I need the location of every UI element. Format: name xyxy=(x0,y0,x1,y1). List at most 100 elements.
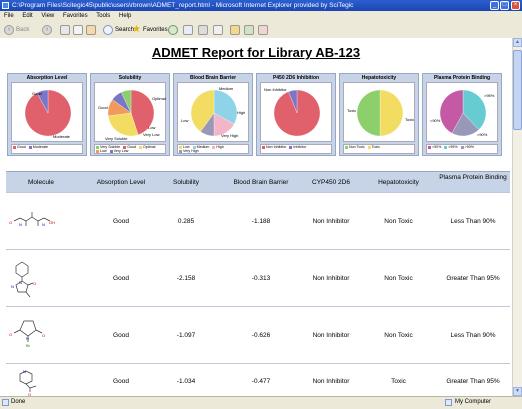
pie-label: Non Inhibitor xyxy=(264,87,287,92)
cell-absorption: Good xyxy=(113,218,129,225)
mail-button[interactable] xyxy=(183,24,193,35)
pie-label: Toxic xyxy=(405,117,415,122)
chart-legend: Low Medium High Very High xyxy=(177,144,249,154)
scroll-up-icon[interactable]: ▲ xyxy=(513,38,522,47)
pie-slice-non-toxic xyxy=(356,89,381,137)
legend-item: Optimal xyxy=(138,145,155,149)
chart-title: Hepatotoxicity xyxy=(361,75,397,81)
svg-text:O: O xyxy=(33,281,36,286)
back-arrow-icon: ‹ xyxy=(4,24,14,35)
cell-cyp450: Non Inhibitor xyxy=(312,275,350,282)
messenger-icon xyxy=(244,24,254,35)
legend-item: Good xyxy=(13,145,26,149)
pie-label: >95% xyxy=(484,93,495,98)
table-row: N O Good -1.034 -0.477 Non Inhibitor Tox… xyxy=(6,363,510,396)
svg-text:O: O xyxy=(42,333,45,338)
discuss-button[interactable] xyxy=(258,24,268,35)
page-done-icon xyxy=(2,399,9,406)
menu-view[interactable]: View xyxy=(41,13,54,19)
pie-area: Medium Low High Very High xyxy=(177,82,249,142)
chart-title: Solubility xyxy=(118,75,142,81)
menu-help[interactable]: Help xyxy=(119,13,131,19)
cell-ppb: Less Than 90% xyxy=(450,218,496,225)
pie-area: Good Optimal Low Very Low Very Soluble xyxy=(94,82,166,142)
molecule-structure: N N O xyxy=(11,261,36,298)
cell-absorption: Good xyxy=(113,332,129,339)
pie-area: Good Moderate xyxy=(11,82,83,142)
pie-label: Optimal xyxy=(152,96,166,101)
header-absorption: Absorption Level xyxy=(96,179,146,186)
zone-text: My Computer xyxy=(455,399,492,405)
pie-label: Good xyxy=(98,105,108,110)
minimize-button[interactable]: _ xyxy=(490,1,499,10)
messenger-button[interactable] xyxy=(244,24,254,35)
chart-title: Blood Brain Barrier xyxy=(189,75,237,81)
cell-solubility: 0.285 xyxy=(177,218,195,225)
scroll-thumb[interactable] xyxy=(513,50,522,130)
pie-hepatotoxicity xyxy=(356,89,404,137)
cell-solubility: -1.097 xyxy=(176,332,196,339)
menu-favorites[interactable]: Favorites xyxy=(63,13,88,19)
discuss-icon xyxy=(258,24,268,35)
maximize-button[interactable]: □ xyxy=(500,1,509,10)
back-button[interactable]: ‹ Back xyxy=(4,24,29,35)
svg-text:N: N xyxy=(19,280,22,285)
home-button[interactable] xyxy=(86,24,96,35)
pie-label: Moderate xyxy=(53,134,70,139)
chart-blood-brain-barrier: Blood Brain Barrier Medium Low High Very… xyxy=(173,73,253,156)
page-content: ADMET Report for Library AB-123 Absorpti… xyxy=(0,38,512,396)
svg-text:N: N xyxy=(11,284,14,289)
close-button[interactable]: × xyxy=(511,1,520,10)
header-hepatotoxicity: Hepatotoxicity xyxy=(378,179,419,186)
pie-area: Toxic Toxic xyxy=(343,82,415,142)
favorites-button[interactable]: ★ Favorites xyxy=(132,24,168,35)
header-ppb: Plasma Protein Binding xyxy=(439,174,507,181)
chart-legend: <90% >95% >90% xyxy=(426,144,498,154)
legend-item: Low xyxy=(96,149,107,153)
chart-legend: Good Moderate xyxy=(11,144,83,154)
print-button[interactable] xyxy=(198,24,208,35)
chart-legend: Non Inhibitor Inhibitor xyxy=(260,144,332,154)
refresh-icon xyxy=(73,24,83,35)
legend-item: Very Low xyxy=(109,149,128,153)
mail-icon xyxy=(183,24,193,35)
cell-solubility: -2.158 xyxy=(176,275,196,282)
legend-item: Non Toxic xyxy=(345,145,365,149)
pie-label: Good xyxy=(32,91,42,96)
menu-file[interactable]: File xyxy=(4,13,14,19)
star-icon: ★ xyxy=(132,23,141,35)
cell-bbb: -0.477 xyxy=(251,378,271,385)
chart-plasma-protein-binding: Plasma Protein Binding >95% <90% >90% <9… xyxy=(422,73,502,156)
header-bbb: Blood Brain Barrier xyxy=(233,179,289,186)
vertical-scrollbar[interactable]: ▲ ▼ xyxy=(512,38,522,396)
pie-label: Toxic xyxy=(347,108,357,113)
report-title: ADMET Report for Library AB-123 xyxy=(151,45,361,60)
status-bar: Done My Computer xyxy=(0,396,522,409)
svg-text:N: N xyxy=(42,222,45,227)
svg-text:N: N xyxy=(23,369,26,374)
menu-edit[interactable]: Edit xyxy=(22,13,32,19)
menu-tools[interactable]: Tools xyxy=(96,13,110,19)
table-row: O N N OH Good 0.285 -1.188 Non Inhibitor… xyxy=(6,192,510,250)
table-row: O N O Br Good -1.097 -0.626 Non Inhibito… xyxy=(6,306,510,364)
refresh-button[interactable] xyxy=(73,24,83,35)
header-molecule: Molecule xyxy=(27,179,54,186)
search-button[interactable]: Search xyxy=(103,24,134,35)
forward-button[interactable]: › xyxy=(42,24,52,35)
edit-button[interactable] xyxy=(213,24,223,35)
folder-button[interactable] xyxy=(230,24,240,35)
pie-absorption xyxy=(24,89,72,137)
pie-label: Medium xyxy=(219,86,234,91)
stop-button[interactable] xyxy=(60,24,70,35)
history-button[interactable] xyxy=(168,24,178,35)
legend-item: >95% xyxy=(444,145,458,149)
pie-label: Low xyxy=(148,125,156,130)
scroll-down-icon[interactable]: ▼ xyxy=(513,387,522,396)
legend-item: <90% xyxy=(428,145,441,149)
legend-item: Inhibitor xyxy=(289,145,306,149)
window-title: C:\Program Files\Scitegic45\public\users… xyxy=(12,2,354,9)
svg-text:N: N xyxy=(26,336,29,341)
pie-label: Very Low xyxy=(143,132,160,137)
legend-item: High xyxy=(212,145,224,149)
pie-area: >95% <90% >90% xyxy=(426,82,498,142)
